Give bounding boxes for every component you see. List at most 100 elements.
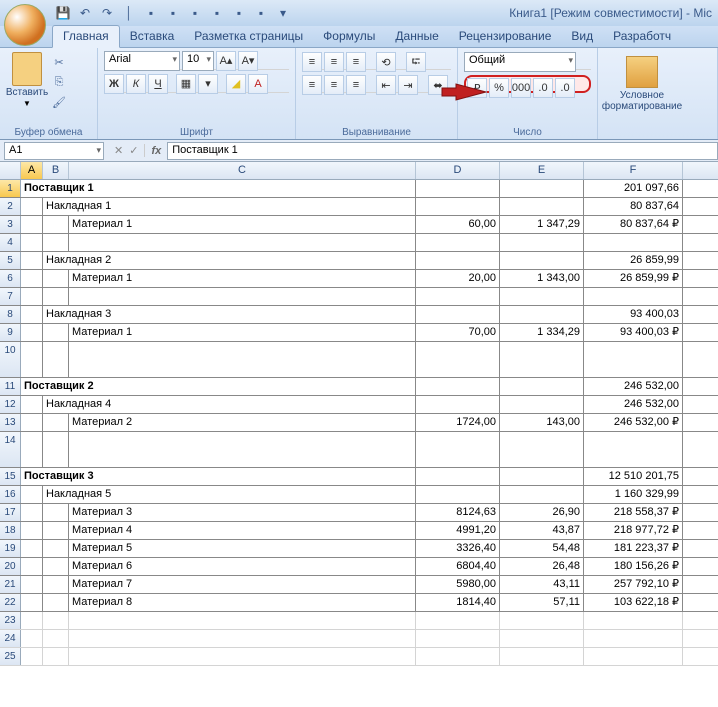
cell[interactable] <box>500 306 584 323</box>
cell-invoice[interactable]: Накладная 3 <box>43 306 416 323</box>
cell[interactable]: Материал 1 <box>69 270 416 287</box>
qat-btn[interactable]: ▪ <box>232 6 246 20</box>
spreadsheet-grid[interactable]: A B C D E F 1Поставщик 1201 097,662Накла… <box>0 162 718 666</box>
cell-supplier[interactable]: Поставщик 1 <box>21 180 416 197</box>
cell[interactable] <box>416 432 500 467</box>
increase-indent-icon[interactable]: ⇥ <box>398 75 418 95</box>
row-header[interactable]: 10 <box>0 342 21 377</box>
cell[interactable] <box>21 198 43 215</box>
currency-icon[interactable]: ₽ <box>467 78 487 98</box>
cell[interactable]: 93 400,03 <box>584 306 683 323</box>
qat-btn[interactable]: ▪ <box>254 6 268 20</box>
cell[interactable]: 1 160 329,99 <box>584 486 683 503</box>
row-header[interactable]: 24 <box>0 630 21 647</box>
underline-button[interactable]: Ч <box>148 74 168 94</box>
cell[interactable] <box>416 648 500 665</box>
cell[interactable] <box>584 432 683 467</box>
percent-icon[interactable]: % <box>489 78 509 98</box>
format-painter-icon[interactable]: 🖌 <box>50 94 68 110</box>
col-header-F[interactable]: F <box>584 162 683 179</box>
cell[interactable] <box>500 288 584 305</box>
cell[interactable]: Материал 5 <box>69 540 416 557</box>
cell[interactable] <box>43 288 69 305</box>
cell[interactable] <box>69 342 416 377</box>
cell[interactable] <box>21 306 43 323</box>
cell[interactable] <box>21 342 43 377</box>
cell[interactable] <box>43 630 69 647</box>
cell[interactable] <box>500 252 584 269</box>
row-header[interactable]: 19 <box>0 540 21 557</box>
row-header[interactable]: 23 <box>0 612 21 629</box>
row-header[interactable]: 1 <box>0 180 21 197</box>
cell[interactable] <box>500 378 584 395</box>
cell[interactable]: 218 558,37 ₽ <box>584 504 683 521</box>
cell[interactable] <box>584 612 683 629</box>
cut-icon[interactable]: ✂ <box>50 54 68 70</box>
name-box[interactable]: A1 <box>4 142 104 160</box>
cell-invoice[interactable]: Накладная 5 <box>43 486 416 503</box>
comma-icon[interactable]: 000 <box>511 78 531 98</box>
cell[interactable] <box>416 342 500 377</box>
cell[interactable] <box>500 396 584 413</box>
formula-input[interactable]: Поставщик 1 <box>167 142 718 160</box>
row-header[interactable]: 9 <box>0 324 21 341</box>
cell[interactable]: 43,87 <box>500 522 584 539</box>
cell[interactable] <box>21 234 43 251</box>
cell[interactable] <box>21 288 43 305</box>
tab-developer[interactable]: Разработч <box>603 26 681 47</box>
paste-button[interactable]: Вставить ▼ <box>6 52 48 139</box>
cell[interactable]: 1724,00 <box>416 414 500 431</box>
cell[interactable] <box>416 234 500 251</box>
cell[interactable] <box>21 540 43 557</box>
cell[interactable] <box>43 504 69 521</box>
cell[interactable] <box>500 198 584 215</box>
cell[interactable]: 80 837,64 ₽ <box>584 216 683 233</box>
cell[interactable]: 80 837,64 <box>584 198 683 215</box>
qat-btn[interactable]: ▪ <box>144 6 158 20</box>
cell[interactable]: Материал 8 <box>69 594 416 611</box>
col-header-A[interactable]: A <box>21 162 43 179</box>
row-header[interactable]: 15 <box>0 468 21 485</box>
cell[interactable] <box>21 612 43 629</box>
cell[interactable] <box>584 648 683 665</box>
cell[interactable] <box>416 180 500 197</box>
cell[interactable] <box>69 234 416 251</box>
tab-view[interactable]: Вид <box>561 26 603 47</box>
cell[interactable]: 246 532,00 <box>584 396 683 413</box>
qat-more-icon[interactable]: ▾ <box>276 6 290 20</box>
cell[interactable]: 93 400,03 ₽ <box>584 324 683 341</box>
cell[interactable] <box>21 432 43 467</box>
cell[interactable]: Материал 7 <box>69 576 416 593</box>
cell[interactable] <box>21 270 43 287</box>
enter-icon[interactable]: ✓ <box>129 144 138 157</box>
cell[interactable] <box>43 558 69 575</box>
cell[interactable] <box>21 216 43 233</box>
row-header[interactable]: 12 <box>0 396 21 413</box>
cell[interactable]: Материал 3 <box>69 504 416 521</box>
cell[interactable]: 54,48 <box>500 540 584 557</box>
cell[interactable] <box>416 198 500 215</box>
cell-invoice[interactable]: Накладная 4 <box>43 396 416 413</box>
cell[interactable] <box>500 486 584 503</box>
copy-icon[interactable]: ⎘ <box>50 74 68 90</box>
cell[interactable] <box>43 342 69 377</box>
increase-font-icon[interactable]: A▴ <box>216 51 236 71</box>
col-header-B[interactable]: B <box>43 162 69 179</box>
cell[interactable] <box>69 432 416 467</box>
font-name-combo[interactable]: Arial <box>104 51 180 71</box>
cell[interactable] <box>416 252 500 269</box>
wrap-text-icon[interactable]: ⮓ <box>406 52 426 72</box>
row-header[interactable]: 8 <box>0 306 21 323</box>
cell[interactable] <box>21 252 43 269</box>
cell[interactable]: Материал 4 <box>69 522 416 539</box>
cell[interactable]: 3326,40 <box>416 540 500 557</box>
cell[interactable] <box>500 342 584 377</box>
font-size-combo[interactable]: 10 <box>182 51 214 71</box>
row-header[interactable]: 25 <box>0 648 21 665</box>
row-header[interactable]: 5 <box>0 252 21 269</box>
cell[interactable] <box>500 648 584 665</box>
cell[interactable] <box>21 396 43 413</box>
cell[interactable] <box>584 288 683 305</box>
cell[interactable]: Материал 6 <box>69 558 416 575</box>
row-header[interactable]: 18 <box>0 522 21 539</box>
